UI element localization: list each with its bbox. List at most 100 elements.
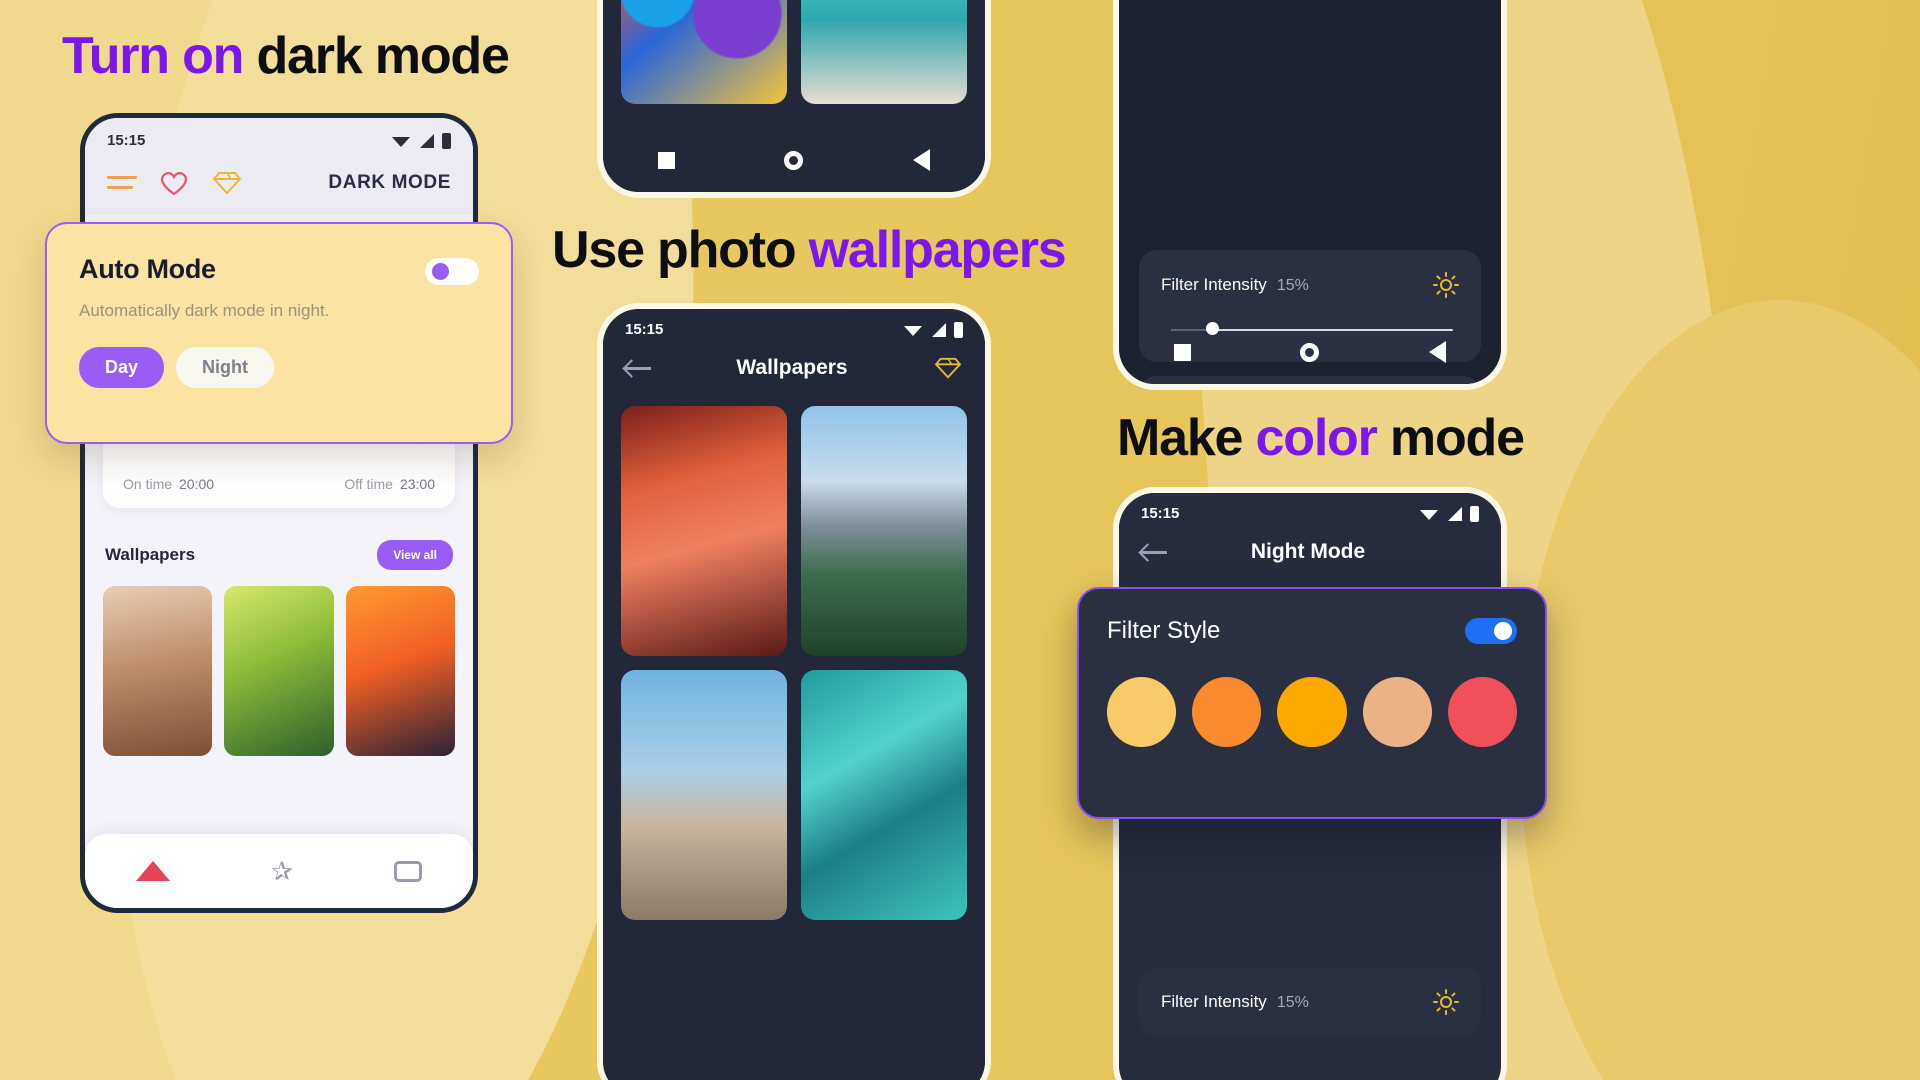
swatch-4[interactable] <box>1447 677 1518 747</box>
arrow-back-icon[interactable] <box>625 359 651 377</box>
night-mode-filter-intensity-header: Filter Intensity 15% <box>1161 989 1459 1015</box>
status-time: 15:15 <box>625 321 664 338</box>
view-all-button[interactable]: View all <box>377 540 453 570</box>
wallpaper-red-smoke[interactable] <box>621 406 787 656</box>
wallpaper-grid-top <box>621 0 967 104</box>
wallpaper-building[interactable] <box>621 670 787 920</box>
segment-day[interactable]: Day <box>79 347 165 388</box>
circle-icon[interactable] <box>1300 342 1320 362</box>
wallpaper-mountain[interactable] <box>801 406 967 656</box>
signal-icon <box>932 322 946 337</box>
day-night-segmented-control: Day Night <box>79 347 479 388</box>
wifi-icon <box>392 137 410 147</box>
filter-intensity-label: Filter Intensity <box>1161 275 1267 294</box>
swatch-1[interactable] <box>1192 677 1262 747</box>
page-title: Wallpapers <box>736 356 848 379</box>
off-time-cell[interactable]: Off time 23:00 <box>344 476 435 492</box>
wallpaper-water[interactable] <box>801 670 967 920</box>
phone-middle-wallpapers: 15:15 Wallpapers <box>597 303 991 1080</box>
filter-style-title: Filter Style <box>1107 617 1221 644</box>
bottom-nav-left: ✰ <box>85 834 473 908</box>
toggle-knob <box>432 263 449 280</box>
wallpaper-beach[interactable] <box>801 0 967 104</box>
android-nav-bar-right-top <box>1119 320 1501 384</box>
toggle-knob <box>1494 622 1512 640</box>
headline-dark-mode: Turn on dark mode <box>62 26 510 86</box>
app-bar-left: DARK MODE <box>85 153 473 214</box>
wallpaper-thumb-flowers[interactable] <box>345 586 455 756</box>
segment-night[interactable]: Night <box>176 347 275 388</box>
auto-mode-toggle[interactable] <box>425 258 479 285</box>
sun-icon <box>1433 989 1459 1015</box>
headline-wallpapers: Use photo wallpapers <box>552 220 1067 280</box>
auto-mode-subtitle: Automatically dark mode in night. <box>79 301 330 320</box>
status-bar-middle: 15:15 <box>603 309 985 342</box>
triangle-back-icon[interactable] <box>913 149 931 171</box>
headline-wallpapers-accent: wallpapers <box>808 221 1067 279</box>
night-mode-filter-value: 15% <box>1276 994 1309 1011</box>
square-icon[interactable] <box>657 151 675 169</box>
wallpaper-oil-slick[interactable] <box>621 0 787 104</box>
night-mode-filter-label: Filter Intensity <box>1161 992 1267 1011</box>
status-time: 15:15 <box>107 132 146 149</box>
wallpaper-thumb-row <box>103 586 455 756</box>
signal-icon <box>420 133 434 148</box>
wallpaper-thumb-valley[interactable] <box>224 586 334 756</box>
wallpaper-thumb-desert[interactable] <box>103 586 213 756</box>
gem-icon[interactable] <box>933 356 963 380</box>
arrow-back-icon[interactable] <box>1141 543 1167 561</box>
headline-color-mode: Make color mode <box>1117 408 1525 468</box>
status-icons <box>392 132 451 149</box>
screen-right-top: Filter Intensity 15% <box>1119 0 1501 384</box>
heart-icon[interactable] <box>159 169 189 196</box>
android-nav-bar-top-middle <box>603 128 985 192</box>
swatch-3[interactable] <box>1362 677 1432 747</box>
filter-intensity-header: Filter Intensity 15% <box>1161 272 1459 298</box>
app-bar-right-bottom: Night Mode <box>1119 526 1501 582</box>
sun-icon <box>1433 272 1459 298</box>
hamburger-icon[interactable] <box>107 176 137 189</box>
battery-icon <box>1470 505 1479 522</box>
swatch-2[interactable] <box>1277 677 1347 747</box>
headline-color-before: Make <box>1117 409 1256 467</box>
battery-icon <box>442 132 451 149</box>
wallpapers-section-title: Wallpapers <box>105 545 196 564</box>
wifi-icon <box>904 326 922 336</box>
square-icon[interactable] <box>1173 343 1191 361</box>
wallpapers-section-header: Wallpapers View all <box>103 540 455 570</box>
home-icon[interactable] <box>135 861 170 881</box>
filter-intensity-value: 15% <box>1276 277 1309 294</box>
star-icon[interactable]: ✰ <box>271 858 293 884</box>
headline-dark-mode-rest: dark mode <box>243 27 509 85</box>
status-icons <box>1420 505 1479 522</box>
swatch-0[interactable] <box>1107 677 1177 747</box>
schedule-times: On time 20:00 Off time 23:00 <box>123 476 435 492</box>
night-mode-filter-labels: Filter Intensity 15% <box>1161 992 1309 1012</box>
page-title: Night Mode <box>1250 540 1366 563</box>
triangle-back-icon[interactable] <box>1429 341 1447 363</box>
app-bar-middle: Wallpapers <box>603 342 985 398</box>
filter-style-toggle[interactable] <box>1465 618 1517 644</box>
gem-icon[interactable] <box>211 170 243 196</box>
circle-icon[interactable] <box>784 150 804 170</box>
off-time-value: 23:00 <box>399 476 435 492</box>
wallpaper-grid-middle <box>603 398 985 920</box>
auto-mode-title: Auto Mode <box>79 254 216 284</box>
on-time-cell[interactable]: On time 20:00 <box>123 476 214 492</box>
phone-right-top-filters: Filter Intensity 15% <box>1113 0 1507 390</box>
headline-wallpapers-plain: Use photo <box>552 221 809 279</box>
status-time: 15:15 <box>1141 505 1180 522</box>
page-title: DARK MODE <box>328 171 451 193</box>
night-mode-filter-intensity-panel[interactable]: Filter Intensity 15% <box>1139 967 1481 1037</box>
screen-top-middle <box>603 0 985 192</box>
auto-mode-header: Auto Mode <box>79 254 479 285</box>
filter-style-card[interactable]: Filter Style <box>1077 587 1547 819</box>
off-time-label: Off time <box>344 476 393 492</box>
auto-mode-card[interactable]: Auto Mode Automatically dark mode in nig… <box>45 222 513 444</box>
filter-style-header: Filter Style <box>1107 617 1517 645</box>
signal-icon <box>1448 506 1462 521</box>
camera-icon[interactable] <box>394 860 423 882</box>
status-bar-left: 15:15 <box>85 118 473 153</box>
status-bar-right-bottom: 15:15 <box>1119 493 1501 526</box>
screen-middle: 15:15 Wallpapers <box>603 309 985 1080</box>
